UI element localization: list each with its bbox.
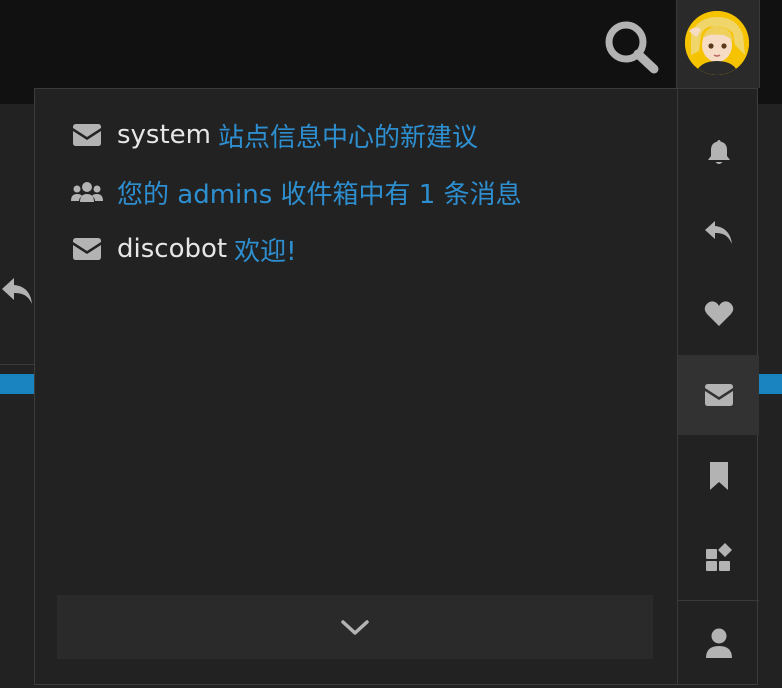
avatar [685, 11, 749, 75]
notification-username: discobot [117, 234, 228, 264]
tab-review[interactable] [678, 517, 759, 597]
tab-all-notifications[interactable] [678, 112, 759, 192]
bell-icon [707, 140, 730, 164]
notification-message[interactable]: 欢迎! [234, 231, 296, 268]
background-divider [0, 364, 34, 365]
review-icon [705, 543, 732, 571]
notification-item[interactable]: discobot 欢迎! [71, 229, 297, 269]
background-accent-strip [758, 374, 782, 394]
tab-separator [678, 600, 759, 601]
notification-message[interactable]: 您的 admins 收件箱中有 1 条消息 [117, 174, 522, 211]
show-more-button[interactable] [57, 595, 653, 659]
tab-replies[interactable] [678, 193, 759, 273]
notifications-pane: system 站点信息中心的新建议 您的 admins 收件箱中有 1 条消息 [35, 89, 677, 684]
tab-likes[interactable] [678, 274, 759, 354]
envelope-icon [71, 123, 103, 147]
notification-item[interactable]: 您的 admins 收件箱中有 1 条消息 [71, 172, 522, 212]
envelope-icon [704, 384, 733, 406]
background-reply-icon [0, 276, 36, 308]
tab-profile[interactable] [678, 603, 759, 683]
search-button[interactable] [600, 16, 664, 76]
user-menu-button[interactable] [676, 0, 760, 88]
heart-icon [704, 301, 733, 326]
notification-username: system [117, 120, 211, 150]
reply-icon [704, 221, 732, 244]
user-menu-panel: system 站点信息中心的新建议 您的 admins 收件箱中有 1 条消息 [34, 88, 759, 685]
bookmark-icon [709, 462, 728, 490]
envelope-icon [71, 237, 103, 261]
background-accent-strip [0, 374, 34, 394]
search-icon [605, 21, 659, 74]
chevron-down-icon [341, 620, 369, 635]
menu-tabs [677, 89, 759, 684]
notification-message[interactable]: 站点信息中心的新建议 [218, 117, 478, 154]
users-icon [71, 180, 103, 204]
tab-messages[interactable] [678, 355, 759, 435]
tab-bookmarks[interactable] [678, 436, 759, 516]
user-icon [705, 628, 732, 658]
notification-item[interactable]: system 站点信息中心的新建议 [71, 115, 478, 155]
